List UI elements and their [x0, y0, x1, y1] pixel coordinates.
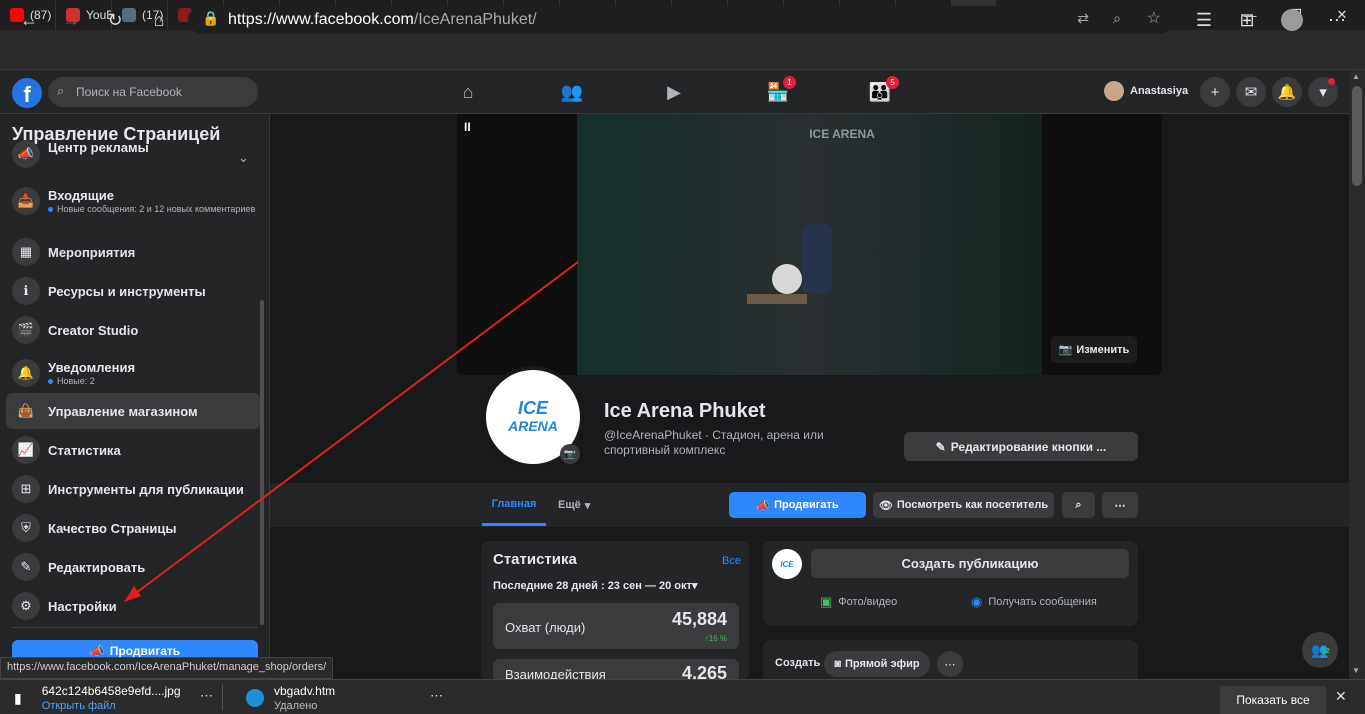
status-url: https://www.facebook.com/IceArenaPhuket/…: [0, 657, 334, 679]
file-icon: ▮: [14, 689, 22, 706]
scroll-up-icon[interactable]: ▲: [1352, 72, 1360, 81]
download-item[interactable]: ▮ 642c124b6458e9efd....jpg Открыть файл: [14, 682, 181, 714]
page-scrollbar-thumb[interactable]: [1352, 86, 1362, 186]
download-more-icon[interactable]: ⋯: [200, 688, 213, 704]
edge-icon: [246, 689, 264, 707]
download-name: 642c124b6458e9efd....jpg: [41, 683, 181, 698]
download-status: Удалено: [274, 699, 318, 712]
download-divider: [222, 684, 223, 710]
show-all-downloads-button[interactable]: Показать все: [1220, 686, 1326, 714]
scroll-down-icon[interactable]: ▼: [1352, 666, 1360, 675]
download-name: vbgadv.htm: [274, 683, 336, 698]
download-open-link[interactable]: Открыть файл: [42, 699, 181, 713]
download-item[interactable]: vbgadv.htm Удалено: [246, 682, 335, 714]
annotation-arrow: [124, 261, 579, 602]
download-more-icon[interactable]: ⋯: [430, 688, 443, 704]
close-download-bar-icon[interactable]: ✕: [1335, 688, 1347, 705]
